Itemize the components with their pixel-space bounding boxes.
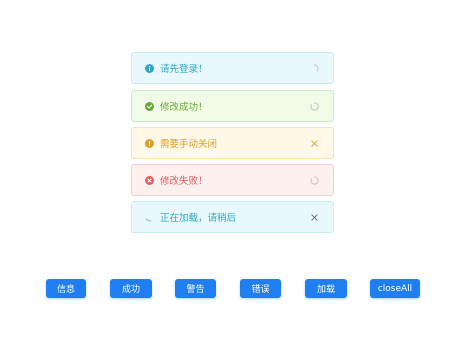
loading-spinner-icon (314, 63, 319, 72)
x-circle-icon (145, 175, 154, 185)
toast-success: 修改成功！ (131, 90, 334, 122)
close-all-button[interactable]: closeAll (370, 279, 420, 298)
close-icon[interactable] (310, 213, 319, 222)
toast-message: 修改失败！ (160, 176, 208, 187)
toast-loading: 正在加载，请稍后 (131, 201, 334, 233)
exclamation-circle-icon (145, 138, 154, 148)
toast-message: 请先登录！ (160, 64, 208, 75)
toast-error: 修改失败！ (131, 164, 334, 196)
success-button[interactable]: 成功 (110, 279, 152, 298)
loading-spinner-icon (310, 175, 319, 185)
loading-spinner-icon (145, 217, 152, 221)
loading-button[interactable]: 加载 (305, 279, 347, 298)
info-icon (145, 63, 154, 73)
error-button[interactable]: 错误 (240, 279, 281, 298)
toast-warning: 需要手动关闭 (131, 127, 334, 159)
toast-info: 请先登录！ (131, 52, 334, 84)
check-circle-icon (145, 101, 154, 111)
toast-message: 需要手动关闭 (160, 139, 218, 150)
toast-message: 修改成功！ (160, 102, 208, 113)
loading-spinner-icon (310, 101, 319, 111)
toast-message: 正在加载，请稍后 (160, 213, 237, 224)
close-icon[interactable] (310, 139, 319, 148)
warning-button[interactable]: 警告 (175, 279, 216, 298)
info-button[interactable]: 信息 (46, 279, 86, 298)
